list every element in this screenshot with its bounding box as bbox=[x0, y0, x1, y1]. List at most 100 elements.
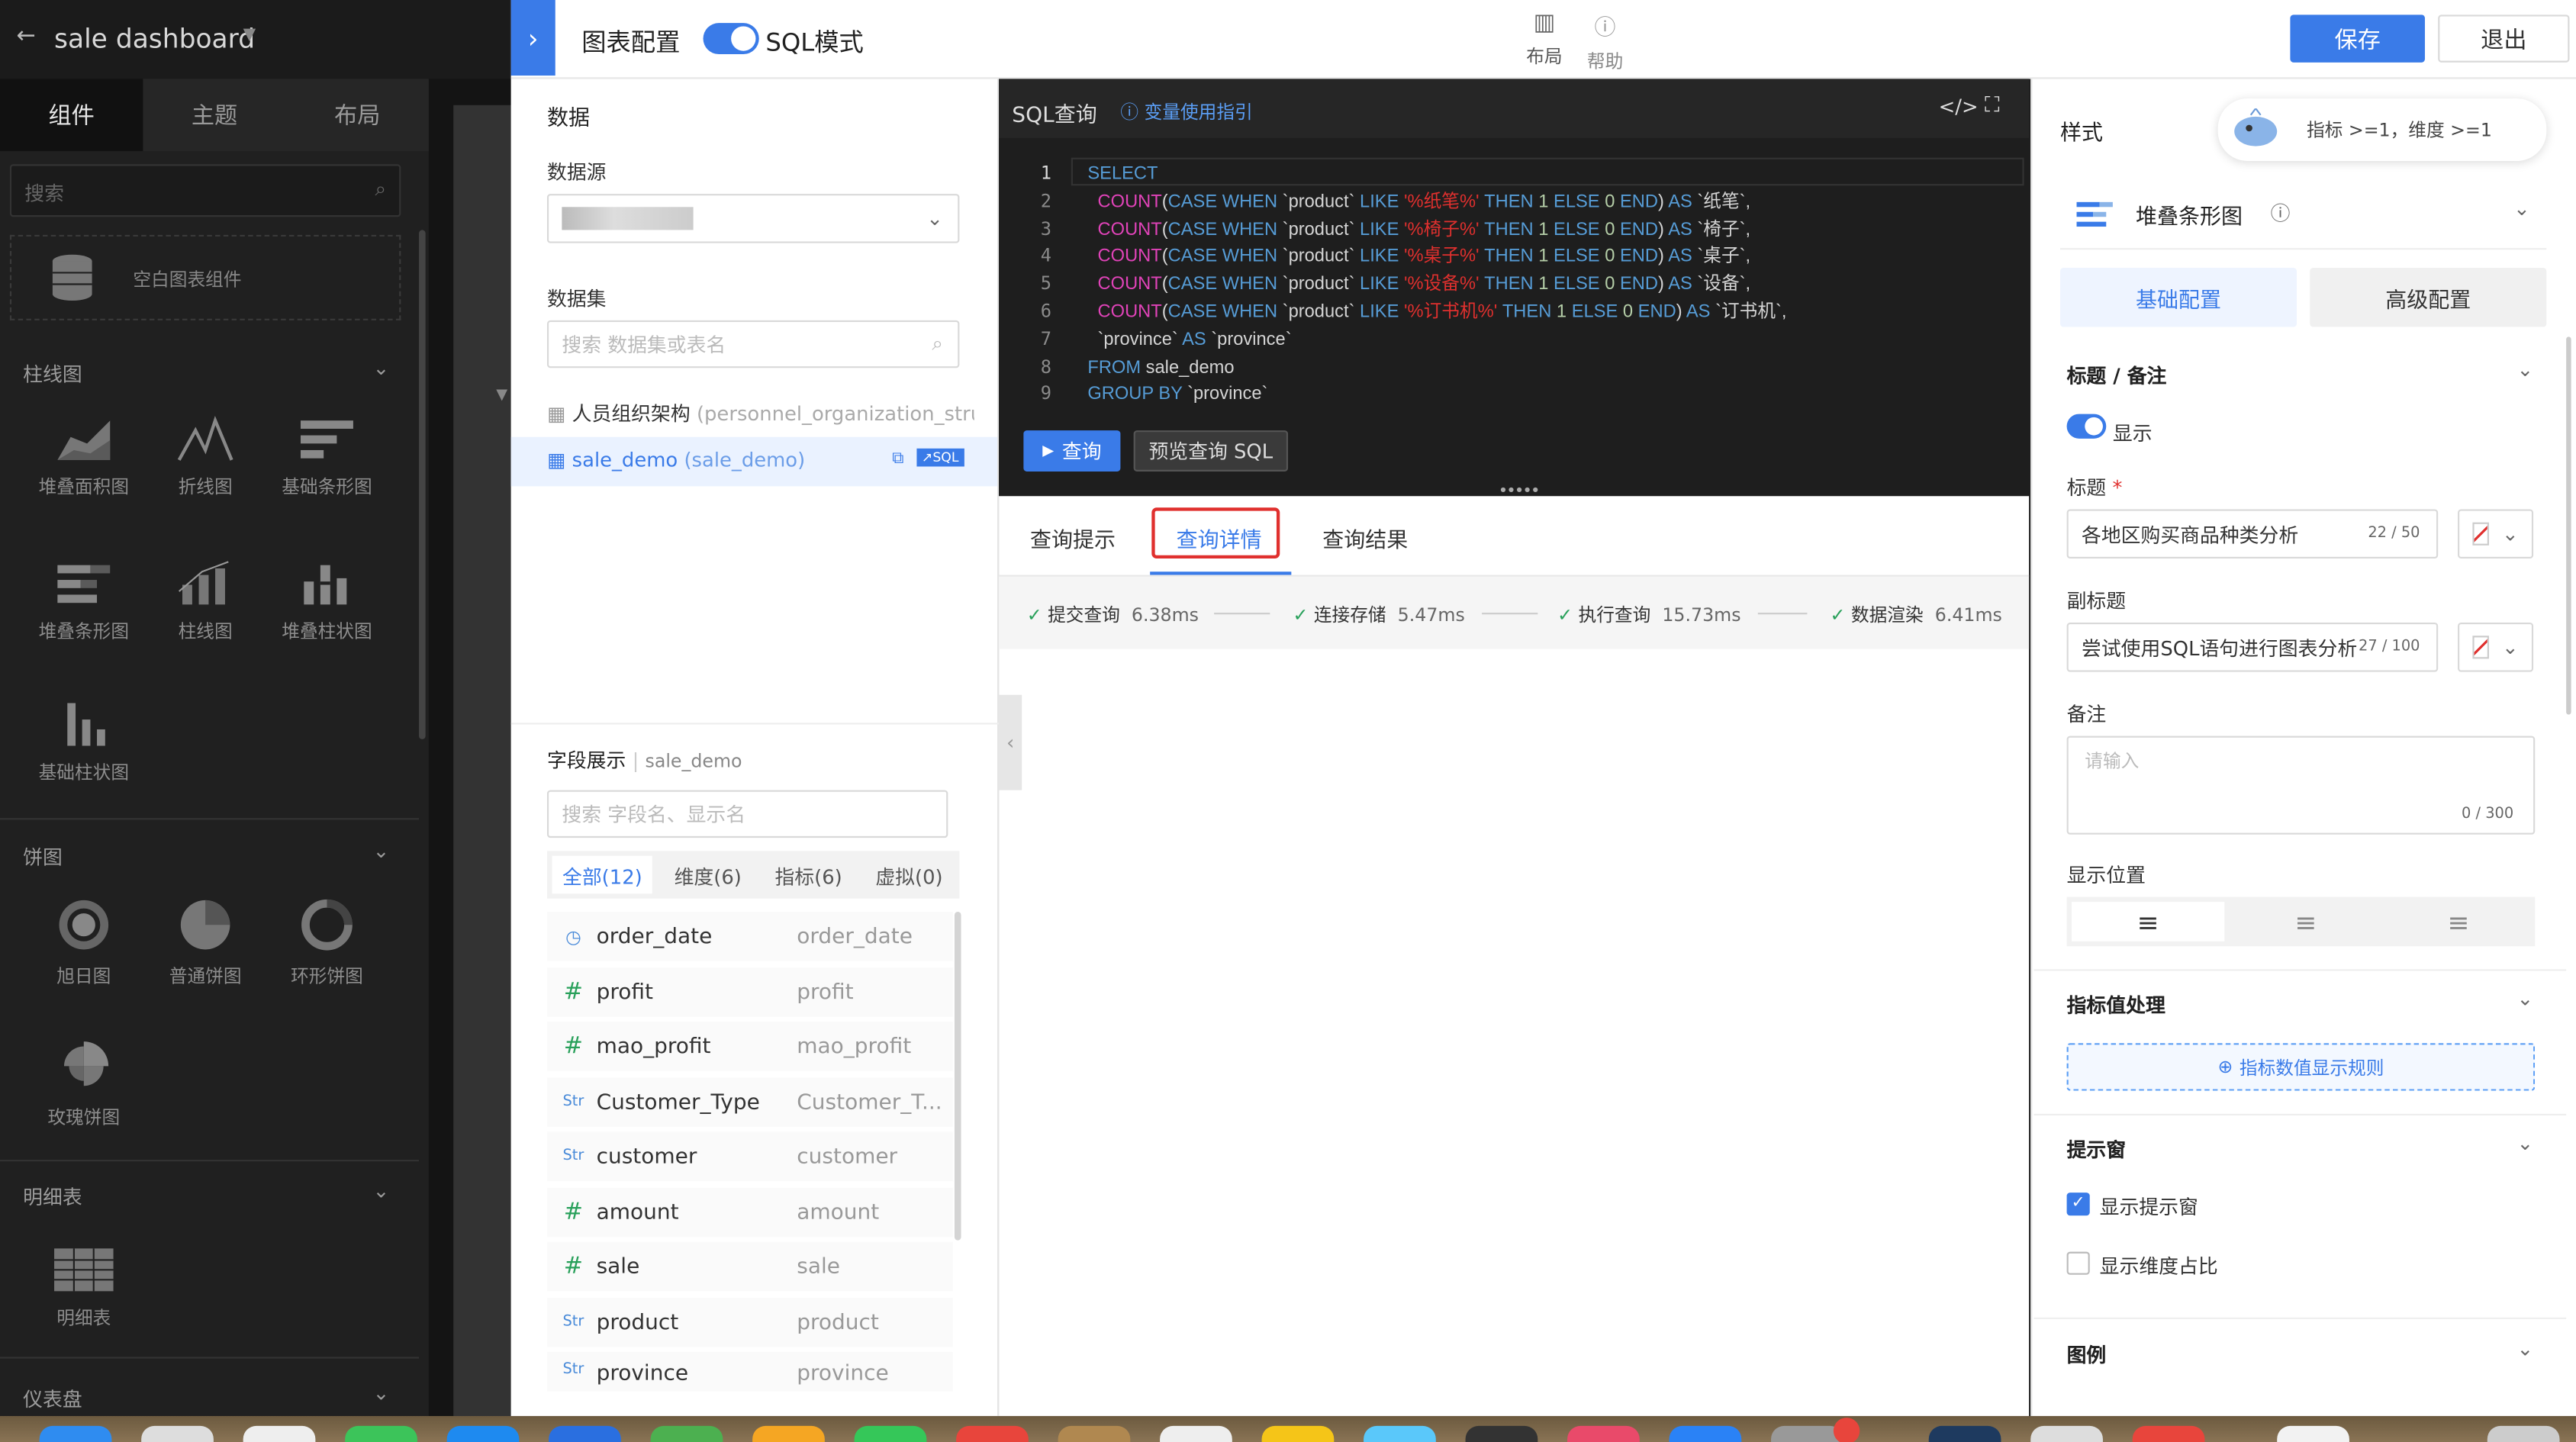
chart-rose[interactable]: 玫瑰饼图 bbox=[23, 1038, 144, 1131]
tab-layout[interactable]: 布局 bbox=[286, 79, 429, 151]
tab-basic-config[interactable]: 基础配置 bbox=[2059, 267, 2297, 327]
show-dim-ratio-checkbox[interactable] bbox=[2066, 1251, 2090, 1275]
dock-app-icon[interactable] bbox=[141, 1425, 214, 1442]
field-row[interactable]: Str product product bbox=[546, 1297, 953, 1347]
exit-button[interactable]: 退出 bbox=[2438, 14, 2570, 63]
copy-icon[interactable]: ⧉ bbox=[892, 450, 903, 468]
show-title-toggle[interactable] bbox=[2066, 414, 2107, 439]
title-color-picker[interactable]: ⌄ bbox=[2458, 509, 2534, 559]
component-search-input[interactable]: 搜索 ⌕ bbox=[9, 164, 401, 217]
field-tab-dim[interactable]: 维度(6) bbox=[658, 851, 758, 898]
chevron-down-icon[interactable]: ⌄ bbox=[2517, 1337, 2534, 1360]
chart-bar-line[interactable]: 柱线图 bbox=[144, 558, 266, 644]
save-button[interactable]: 保存 bbox=[2290, 14, 2425, 63]
field-row[interactable]: # sale sale bbox=[546, 1241, 953, 1292]
sidebar-scrollbar[interactable] bbox=[419, 230, 426, 739]
dock-app-icon[interactable] bbox=[39, 1425, 112, 1442]
field-tab-all[interactable]: 全部(12) bbox=[552, 855, 653, 894]
code-format-icon[interactable]: </> bbox=[1939, 95, 1979, 118]
dock-app-icon[interactable] bbox=[752, 1425, 825, 1442]
layout-button[interactable]: ▥ 布局 bbox=[1525, 10, 1564, 69]
help-button[interactable]: ⓘ 帮助 bbox=[1586, 10, 1625, 74]
note-textarea[interactable]: 请输入 0 / 300 bbox=[2066, 735, 2536, 835]
dock-app-icon[interactable] bbox=[1364, 1425, 1436, 1442]
metric-rule-button[interactable]: ⊕ 指标数值显示规则 bbox=[2066, 1043, 2536, 1091]
tab-advanced-config[interactable]: 高级配置 bbox=[2310, 267, 2547, 327]
field-row[interactable]: # amount amount bbox=[546, 1187, 953, 1238]
field-row[interactable]: # mao_profit mao_profit bbox=[546, 1022, 953, 1071]
chevron-down-icon[interactable]: ⌄ bbox=[2517, 1131, 2534, 1154]
dock-app-icon[interactable] bbox=[1465, 1425, 1538, 1442]
sql-code-editor[interactable]: 123456789 SELECT COUNT(CASE WHEN `produc… bbox=[999, 137, 2030, 501]
datasource-select[interactable]: ⌄ bbox=[546, 194, 960, 243]
dock-app-icon[interactable] bbox=[1771, 1425, 1843, 1442]
dock-app-icon[interactable] bbox=[1058, 1425, 1131, 1442]
dock-app-icon[interactable] bbox=[854, 1425, 927, 1442]
preview-sql-button[interactable]: 预览查询 SQL bbox=[1133, 430, 1289, 472]
chevron-down-icon[interactable]: ⌄ bbox=[2517, 987, 2534, 1010]
collapse-toggle-button[interactable]: › bbox=[510, 0, 555, 76]
chart-basic-column[interactable]: 基础柱状图 bbox=[23, 700, 144, 785]
align-right-icon[interactable]: ≡ bbox=[2382, 897, 2535, 947]
dock-app-icon[interactable] bbox=[650, 1425, 723, 1442]
tab-query-result[interactable]: 查询结果 bbox=[1322, 523, 1408, 553]
field-list-scrollbar[interactable] bbox=[954, 911, 961, 1241]
chart-line[interactable]: 折线图 bbox=[144, 414, 266, 500]
chart-sunburst[interactable]: 旭日图 bbox=[23, 897, 144, 990]
chart-donut[interactable]: 环形饼图 bbox=[266, 897, 388, 990]
dock-app-icon[interactable] bbox=[1928, 1425, 2001, 1442]
dock-app-icon[interactable] bbox=[1160, 1425, 1232, 1442]
field-row[interactable]: # profit profit bbox=[546, 967, 953, 1017]
section-detail-table[interactable]: 明细表 ⌄ bbox=[0, 1174, 419, 1214]
field-row[interactable]: Str province province bbox=[546, 1352, 953, 1392]
dock-app-icon[interactable] bbox=[345, 1425, 417, 1442]
dock-app-icon[interactable] bbox=[446, 1425, 520, 1442]
align-center-icon[interactable]: ≡ bbox=[2230, 897, 2382, 947]
field-tab-virtual[interactable]: 虚拟(0) bbox=[859, 851, 960, 898]
field-search-input[interactable]: 搜索 字段名、显示名 bbox=[546, 790, 948, 838]
chart-stacked-column[interactable]: 堆叠柱状图 bbox=[266, 558, 388, 644]
field-tab-metric[interactable]: 指标(6) bbox=[758, 851, 859, 898]
chart-stacked-bar[interactable]: 堆叠条形图 bbox=[23, 558, 144, 644]
section-bar-line[interactable]: 柱线图 ⌄ bbox=[0, 352, 419, 391]
dock-app-icon[interactable] bbox=[1669, 1425, 1742, 1442]
subtitle-color-picker[interactable]: ⌄ bbox=[2458, 623, 2534, 672]
dock-app-icon[interactable] bbox=[2487, 1425, 2560, 1442]
field-row[interactable]: ◷ order_date order_date bbox=[546, 911, 953, 961]
field-row[interactable]: Str customer customer bbox=[546, 1131, 953, 1182]
chart-type-select[interactable]: 堆叠条形图 ⓘ ⌄ bbox=[2059, 177, 2547, 250]
chart-pie[interactable]: 普通饼图 bbox=[144, 897, 266, 990]
tab-components[interactable]: 组件 bbox=[0, 79, 143, 152]
field-row[interactable]: Str Customer_Type Customer_T... bbox=[546, 1077, 953, 1128]
back-icon[interactable]: ← bbox=[17, 23, 36, 49]
dock-app-icon[interactable] bbox=[956, 1425, 1029, 1442]
dock-app-icon[interactable] bbox=[243, 1425, 316, 1442]
chevron-down-icon[interactable]: ⌄ bbox=[2517, 358, 2534, 381]
section-gauge[interactable]: 仪表盘 ⌄ bbox=[0, 1376, 419, 1416]
dock-app-icon[interactable] bbox=[2132, 1425, 2205, 1442]
dataset-search-input[interactable]: 搜索 数据集或表名 ⌕ bbox=[546, 320, 960, 369]
style-scrollbar[interactable] bbox=[2566, 336, 2571, 715]
subtitle-input[interactable]: 尝试使用SQL语句进行图表分析 27 / 100 bbox=[2066, 623, 2439, 672]
tab-query-hint[interactable]: 查询提示 bbox=[1030, 523, 1116, 553]
variable-guide-link[interactable]: ⓘ 变量使用指引 bbox=[1120, 98, 1252, 124]
chart-detail-table[interactable]: 明细表 bbox=[23, 1245, 144, 1331]
dataset-item[interactable]: ▦ 人员组织架构 (personnel_organization_stru... bbox=[547, 399, 974, 429]
align-left-icon[interactable]: ≡ bbox=[2072, 902, 2225, 941]
panel-collapse-handle[interactable]: ‹ bbox=[999, 694, 1022, 790]
dock-app-icon[interactable] bbox=[1261, 1425, 1335, 1442]
title-input[interactable]: 各地区购买商品种类分析 22 / 50 bbox=[2066, 509, 2439, 559]
run-query-button[interactable]: ▶ 查询 bbox=[1023, 430, 1121, 472]
section-pie[interactable]: 饼图 ⌄ bbox=[0, 835, 419, 874]
chevron-down-icon[interactable]: ▼ bbox=[243, 26, 256, 44]
show-tooltip-checkbox[interactable]: ✓ bbox=[2066, 1193, 2090, 1216]
sql-mode-toggle[interactable] bbox=[703, 23, 759, 55]
dock-app-icon[interactable] bbox=[2030, 1425, 2103, 1442]
dock-app-icon[interactable] bbox=[549, 1425, 621, 1442]
dataset-item-selected[interactable]: ▦ sale_demo (sale_demo) ⧉ ↗SQL bbox=[510, 436, 997, 487]
dock-app-icon[interactable] bbox=[2277, 1425, 2349, 1442]
fullscreen-icon[interactable]: ⛶ bbox=[1985, 94, 2000, 118]
chart-stacked-area[interactable]: 堆叠面积图 bbox=[23, 414, 144, 500]
tab-theme[interactable]: 主题 bbox=[143, 79, 285, 151]
app-title[interactable]: sale dashboard bbox=[54, 23, 255, 54]
